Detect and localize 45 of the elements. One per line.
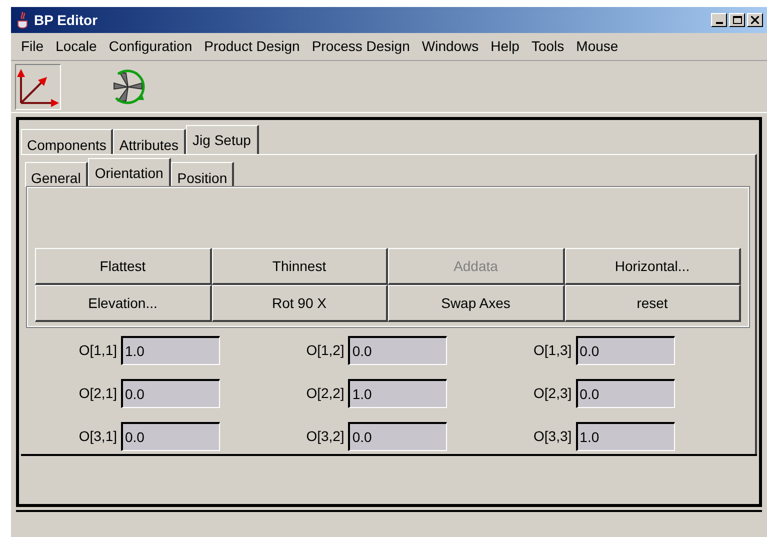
- input-field[interactable]: 0.0: [121, 422, 220, 451]
- input-field[interactable]: 1.0: [576, 422, 675, 451]
- maximize-button[interactable]: [729, 13, 745, 27]
- field-label: O[3,1]: [78, 427, 117, 446]
- menu-item[interactable]: Locale: [50, 36, 103, 57]
- input-field[interactable]: 0.0: [121, 379, 220, 408]
- minimize-button[interactable]: [711, 13, 727, 27]
- toolbar-button[interactable]: [15, 64, 61, 110]
- tab[interactable]: Components: [21, 129, 114, 154]
- input-field[interactable]: 0.0: [576, 336, 675, 365]
- tab[interactable]: Jig Setup: [186, 125, 259, 154]
- field-label: O[1,3]: [532, 341, 572, 360]
- field-label: O[2,3]: [532, 384, 572, 403]
- action-button[interactable]: Flattest: [35, 248, 212, 285]
- field-label: O[3,3]: [532, 427, 572, 446]
- field-label: O[1,2]: [305, 341, 344, 360]
- menu-item[interactable]: Windows: [416, 36, 485, 57]
- tab[interactable]: Position: [171, 162, 234, 187]
- action-button[interactable]: Rot 90 X: [212, 285, 388, 322]
- axes-icon: [17, 66, 59, 106]
- menu-item[interactable]: Product Design: [198, 36, 306, 57]
- close-button[interactable]: [747, 13, 763, 27]
- input-field[interactable]: 0.0: [576, 379, 675, 408]
- field-label: O[1,1]: [78, 341, 117, 360]
- menu-item[interactable]: File: [15, 36, 50, 57]
- field-label: O[2,2]: [305, 384, 344, 403]
- action-button[interactable]: Thinnest: [212, 248, 388, 285]
- tab[interactable]: Orientation: [88, 158, 172, 187]
- menu-item[interactable]: Process Design: [306, 36, 416, 57]
- input-field[interactable]: 1.0: [121, 336, 220, 365]
- menu-item[interactable]: Mouse: [570, 36, 624, 57]
- action-button[interactable]: Swap Axes: [388, 285, 564, 322]
- field-label: O[3,2]: [305, 427, 344, 446]
- input-field[interactable]: 0.0: [348, 422, 448, 451]
- window-title: BP Editor: [34, 10, 98, 30]
- action-button[interactable]: Elevation...: [35, 285, 212, 322]
- close-icon: [751, 16, 759, 24]
- menu-item[interactable]: Help: [484, 36, 526, 57]
- action-button[interactable]: Horizontal...: [564, 248, 741, 285]
- menu-item[interactable]: Configuration: [102, 36, 198, 57]
- action-button[interactable]: reset: [564, 285, 741, 322]
- field-label: O[2,1]: [78, 384, 117, 403]
- input-field[interactable]: 0.0: [348, 336, 448, 365]
- menu-item[interactable]: Tools: [525, 36, 570, 57]
- input-field[interactable]: 1.0: [348, 379, 448, 408]
